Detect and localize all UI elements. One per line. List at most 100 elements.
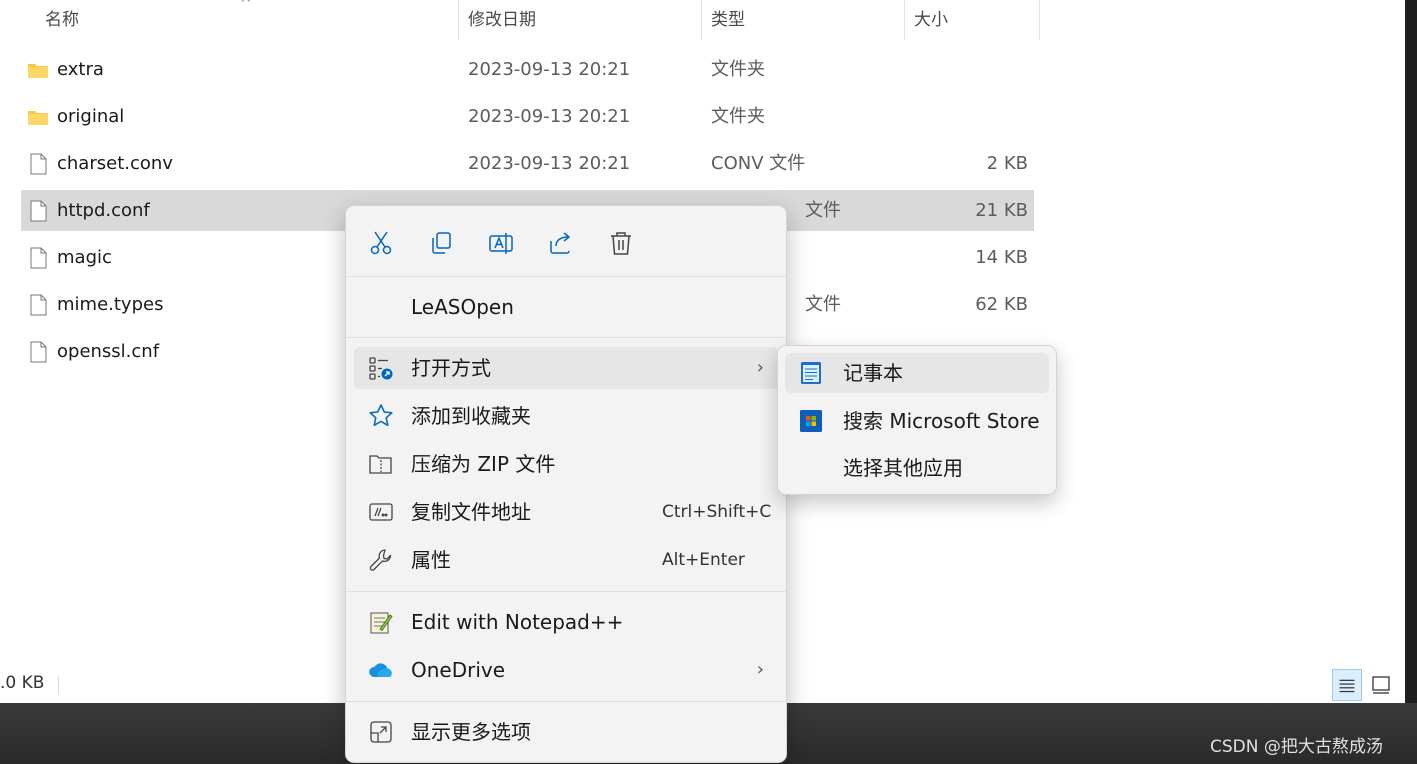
sort-ascending-icon: ^: [240, 0, 252, 12]
file-name: httpd.conf: [57, 200, 150, 221]
submenu-item-ms-store[interactable]: 搜索 Microsoft Store: [785, 401, 1049, 441]
window-edge: [1405, 0, 1417, 703]
trash-icon: [611, 232, 631, 255]
file-row-extra[interactable]: extra 2023-09-13 20:21 文件夹: [21, 49, 1034, 90]
file-name: openssl.cnf: [57, 341, 160, 362]
file-size: 14 KB: [975, 247, 1028, 268]
file-icon: [30, 341, 47, 363]
file-type: 文件夹: [711, 106, 765, 127]
show-more-options-icon: [370, 721, 392, 743]
menu-item-label: 压缩为 ZIP 文件: [411, 452, 556, 476]
column-type[interactable]: 类型: [711, 0, 745, 40]
copy-button[interactable]: [424, 226, 458, 260]
file-icon: [30, 294, 47, 316]
notepad-icon: [801, 362, 821, 384]
file-type: 文件: [805, 200, 841, 221]
large-icons-view-button[interactable]: [1366, 669, 1396, 701]
open-with-icon: [369, 357, 393, 380]
wrench-icon: [369, 549, 392, 571]
file-type: 文件: [805, 294, 841, 315]
details-view-icon: [1339, 679, 1355, 693]
context-menu: LeASOpen 打开方式 › 添加到收藏夹 压缩为 ZIP 文件 复制文件地址…: [345, 205, 787, 763]
menu-item-leasopen[interactable]: LeASOpen: [354, 286, 778, 328]
rename-button[interactable]: [484, 226, 518, 260]
file-icon: [30, 153, 47, 175]
shortcut-label: Alt+Enter: [662, 550, 745, 570]
file-name: original: [57, 106, 125, 127]
menu-item-properties[interactable]: 属性 Alt+Enter: [354, 539, 778, 581]
menu-item-compress-zip[interactable]: 压缩为 ZIP 文件: [354, 443, 778, 485]
menu-separator: [346, 591, 786, 592]
file-name: magic: [57, 247, 112, 268]
star-icon: [369, 404, 393, 427]
status-divider: [58, 676, 59, 694]
submenu-item-label: 搜索 Microsoft Store: [843, 409, 1040, 433]
menu-item-label: 打开方式: [411, 356, 491, 380]
share-button[interactable]: [544, 226, 578, 260]
menu-item-edit-notepadpp[interactable]: Edit with Notepad++: [354, 601, 778, 643]
file-date: 2023-09-13 20:21: [468, 106, 631, 127]
notepadpp-icon: [370, 612, 393, 634]
chevron-right-icon: ›: [756, 357, 764, 378]
menu-item-onedrive[interactable]: OneDrive ›: [354, 649, 778, 691]
file-type: CONV 文件: [711, 153, 806, 174]
file-row-charset-conv[interactable]: charset.conv 2023-09-13 20:21 CONV 文件 2 …: [21, 143, 1034, 184]
share-icon: [550, 232, 571, 254]
submenu-item-other-app[interactable]: 选择其他应用: [785, 448, 1049, 488]
details-view-button[interactable]: [1332, 669, 1362, 701]
file-icon: [30, 200, 47, 222]
microsoft-store-icon: [800, 410, 822, 432]
folder-icon: [28, 64, 48, 78]
column-size[interactable]: 大小: [914, 0, 948, 40]
file-size: 62 KB: [975, 294, 1028, 315]
menu-item-copy-path[interactable]: 复制文件地址 Ctrl+Shift+C: [354, 491, 778, 533]
column-name[interactable]: 名称: [45, 0, 79, 40]
copy-icon: [432, 232, 451, 254]
cut-icon: [370, 231, 392, 255]
submenu-item-notepad[interactable]: 记事本: [785, 353, 1049, 393]
file-row-original[interactable]: original 2023-09-13 20:21 文件夹: [21, 96, 1034, 137]
large-icons-view-icon: [1372, 676, 1390, 694]
menu-separator: [346, 337, 786, 338]
shortcut-label: Ctrl+Shift+C: [662, 502, 772, 522]
onedrive-cloud-icon: [369, 663, 392, 677]
copy-path-icon: [369, 503, 393, 521]
submenu-item-label: 记事本: [843, 361, 903, 385]
file-date: 2023-09-13 20:21: [468, 59, 631, 80]
column-divider[interactable]: [458, 0, 459, 40]
cut-button[interactable]: [364, 226, 398, 260]
status-size-text: .0 KB: [0, 673, 45, 693]
menu-item-label: OneDrive: [411, 658, 506, 682]
menu-item-label: 添加到收藏夹: [411, 404, 531, 428]
column-divider[interactable]: [1039, 0, 1040, 40]
zip-folder-icon: [369, 455, 392, 474]
file-type: 文件夹: [711, 59, 765, 80]
submenu-item-label: 选择其他应用: [843, 456, 963, 480]
open-with-submenu: 记事本 搜索 Microsoft Store 选择其他应用: [777, 345, 1057, 495]
file-size: 21 KB: [975, 200, 1028, 221]
file-size: 2 KB: [986, 153, 1028, 174]
menu-item-label: Edit with Notepad++: [411, 610, 624, 634]
file-date: 2023-09-13 20:21: [468, 153, 631, 174]
file-name: mime.types: [57, 294, 164, 315]
folder-icon: [28, 111, 48, 125]
rename-icon: [489, 233, 513, 254]
file-name: extra: [57, 59, 104, 80]
column-divider[interactable]: [904, 0, 905, 40]
column-header: ^ 名称 修改日期 类型 大小: [0, 0, 1040, 40]
column-date[interactable]: 修改日期: [468, 0, 536, 40]
menu-item-label: 显示更多选项: [411, 720, 531, 744]
column-divider[interactable]: [701, 0, 702, 40]
menu-item-open-with[interactable]: 打开方式 ›: [354, 347, 778, 389]
menu-separator: [346, 701, 786, 702]
file-icon: [30, 247, 47, 269]
menu-separator: [346, 276, 786, 277]
chevron-right-icon: ›: [756, 659, 764, 680]
delete-button[interactable]: [604, 226, 638, 260]
watermark-text: CSDN @把大古熬成汤: [1210, 737, 1383, 757]
menu-item-label: 复制文件地址: [411, 500, 531, 524]
context-menu-icon-bar: [346, 206, 786, 276]
menu-item-label: LeASOpen: [411, 295, 514, 319]
menu-item-add-favorite[interactable]: 添加到收藏夹: [354, 395, 778, 437]
menu-item-show-more[interactable]: 显示更多选项: [354, 711, 778, 753]
